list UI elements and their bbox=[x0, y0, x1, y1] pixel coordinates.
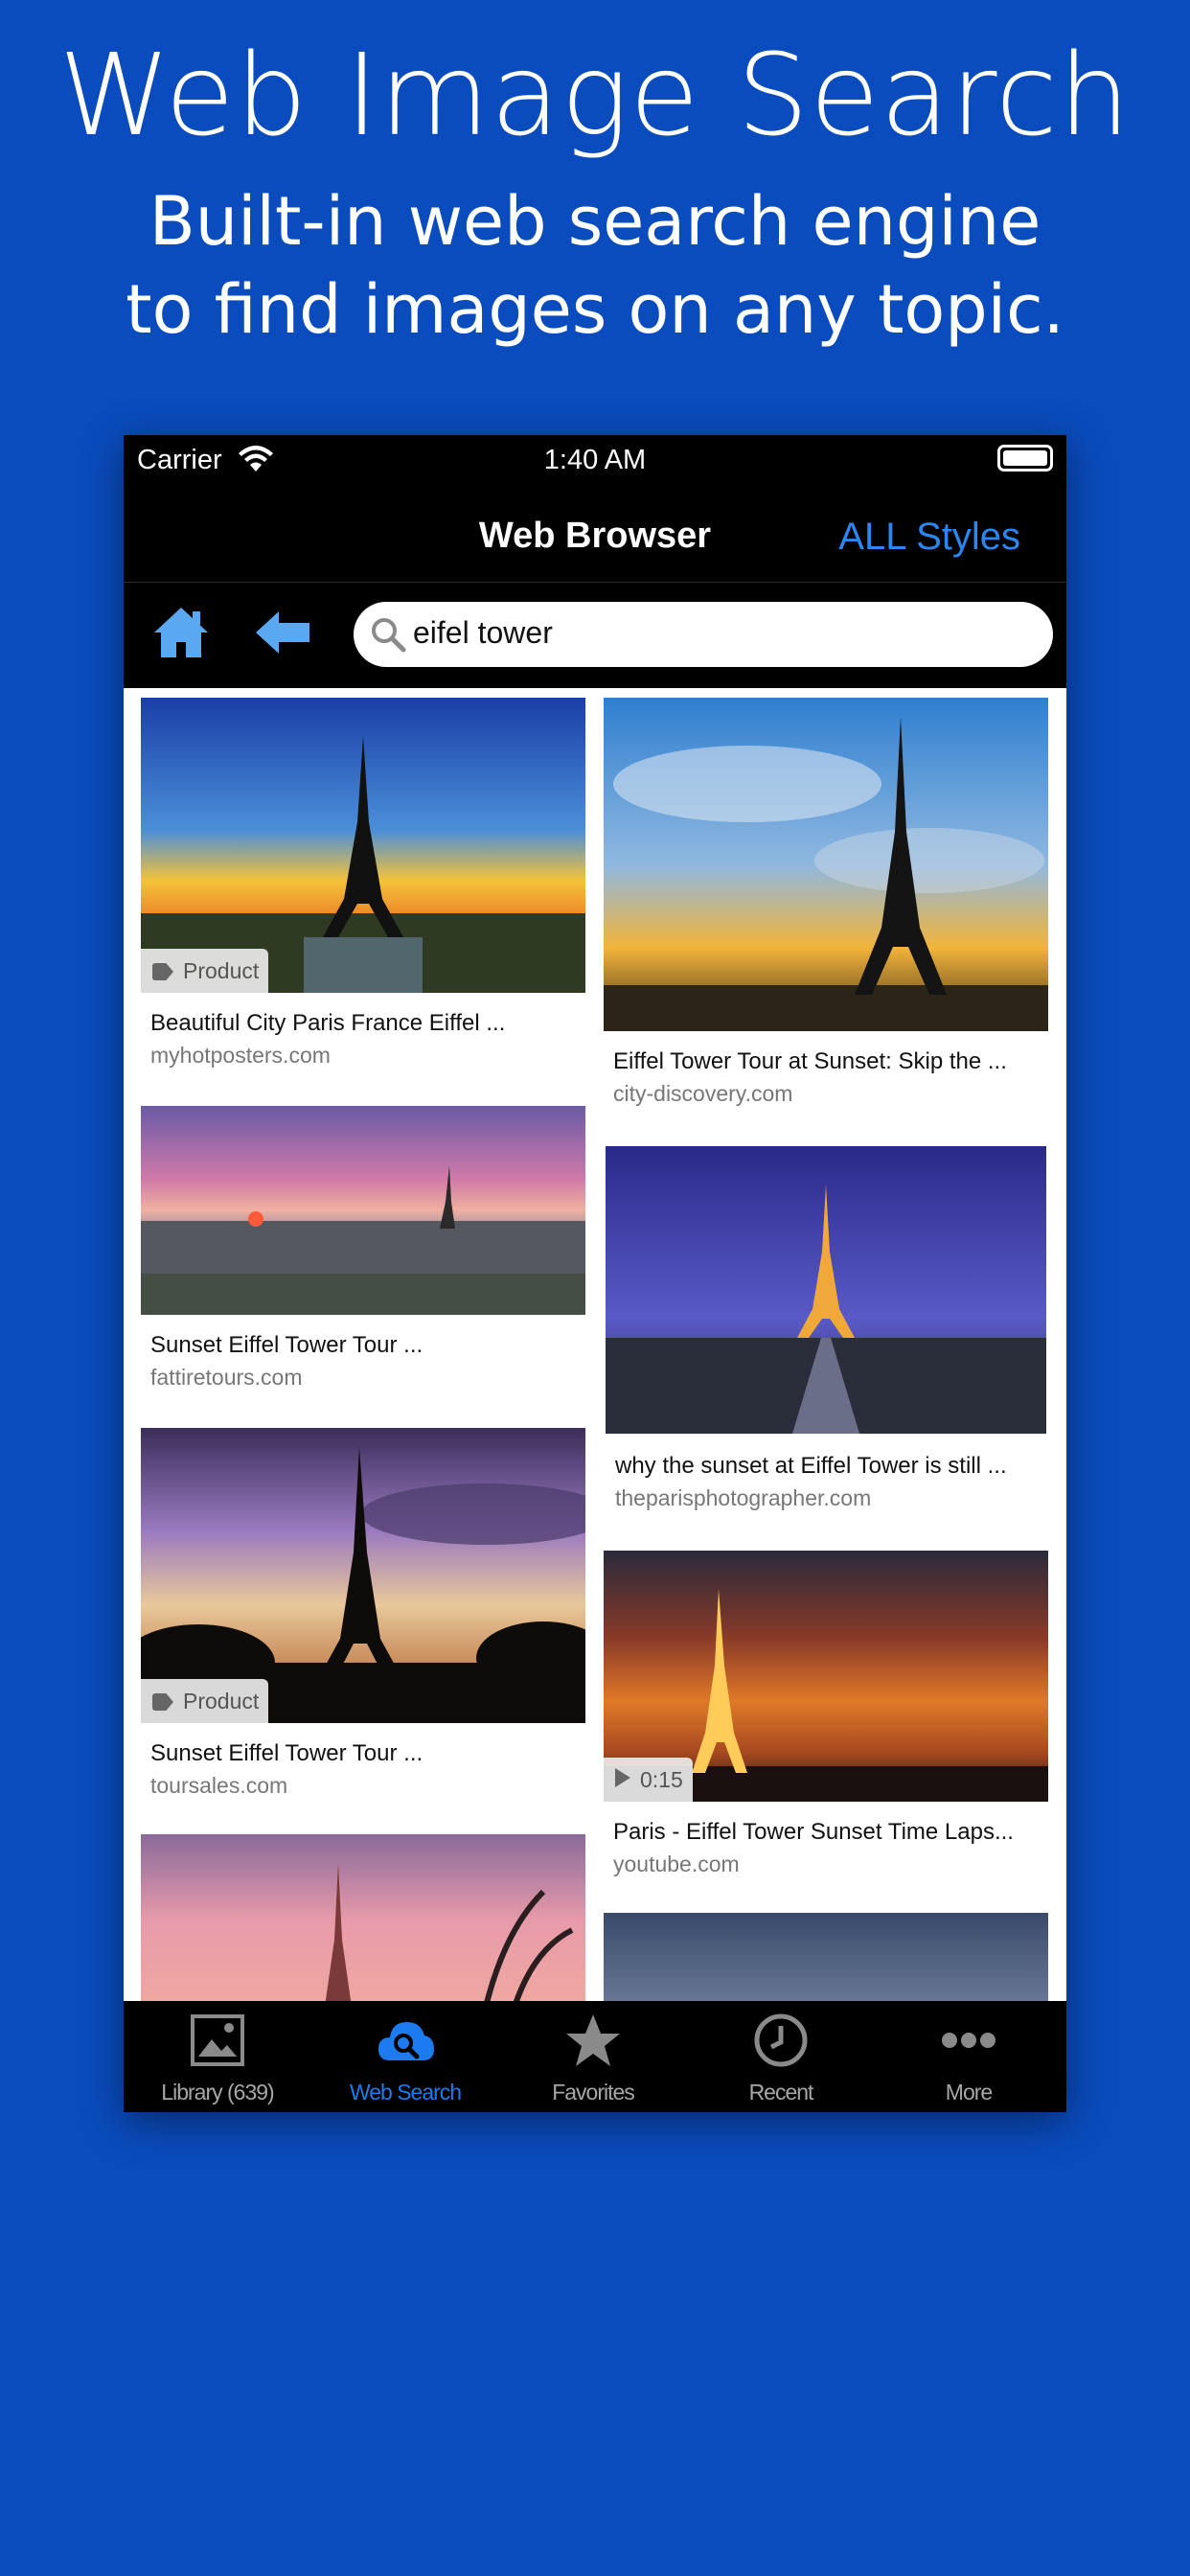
result-image[interactable] bbox=[141, 1106, 585, 1315]
result-title: Sunset Eiffel Tower Tour ... bbox=[150, 1740, 423, 1766]
result-card[interactable]: Sunset Eiffel Tower Tour ... fattiretour… bbox=[141, 1106, 585, 1413]
result-card[interactable]: 0:15 Paris - Eiffel Tower Sunset Time La… bbox=[604, 1551, 1048, 1886]
status-bar: Carrier 1:40 AM bbox=[124, 435, 1066, 487]
tag-icon bbox=[152, 963, 173, 980]
home-icon[interactable] bbox=[150, 602, 212, 663]
result-domain: youtube.com bbox=[613, 1852, 740, 1876]
cloud-search-icon bbox=[378, 2022, 434, 2060]
all-styles-button[interactable]: ALL Styles bbox=[838, 516, 1020, 559]
result-card[interactable] bbox=[141, 1834, 585, 2007]
result-image[interactable] bbox=[604, 698, 1048, 1031]
tab-label: More bbox=[945, 2080, 993, 2104]
promo-headline: Web Image Search bbox=[58, 29, 1132, 161]
tab-more[interactable]: More bbox=[875, 2001, 1063, 2112]
star-icon bbox=[566, 2014, 620, 2066]
tab-recent[interactable]: Recent bbox=[687, 2001, 875, 2112]
result-image[interactable] bbox=[141, 1834, 585, 2007]
search-query: eifel tower bbox=[413, 615, 553, 650]
search-input[interactable]: eifel tower bbox=[354, 602, 1053, 667]
result-title: Beautiful City Paris France Eiffel ... bbox=[150, 1010, 506, 1036]
result-domain: fattiretours.com bbox=[150, 1365, 303, 1390]
result-card[interactable]: why the sunset at Eiffel Tower is still … bbox=[606, 1146, 1046, 1520]
tab-bar: Library (639) Web Search Favorites Recen… bbox=[124, 2001, 1066, 2112]
promo-subline: to find images on any topic. bbox=[126, 270, 1064, 349]
browser-toolbar: eifel tower bbox=[124, 583, 1066, 688]
search-icon bbox=[372, 618, 406, 653]
product-badge: Product bbox=[141, 949, 269, 993]
result-title: Paris - Eiffel Tower Sunset Time Laps... bbox=[613, 1819, 1014, 1845]
result-domain: city-discovery.com bbox=[613, 1081, 793, 1106]
tab-label: Web Search bbox=[349, 2080, 462, 2104]
tag-icon bbox=[152, 1693, 173, 1711]
result-card[interactable]: Product Sunset Eiffel Tower Tour ... tou… bbox=[141, 1428, 585, 1821]
result-domain: theparisphotographer.com bbox=[615, 1485, 872, 1510]
play-icon bbox=[615, 1768, 630, 1787]
result-title: Sunset Eiffel Tower Tour ... bbox=[150, 1332, 423, 1358]
status-time: 1:40 AM bbox=[543, 445, 647, 475]
tab-label: Favorites bbox=[552, 2080, 635, 2104]
result-image[interactable] bbox=[606, 1146, 1046, 1434]
battery-icon bbox=[997, 445, 1053, 472]
phone-screen: Carrier 1:40 AM Web Browser ALL Styles e… bbox=[124, 435, 1066, 2112]
back-arrow-icon[interactable] bbox=[252, 608, 313, 657]
result-domain: myhotposters.com bbox=[150, 1043, 331, 1068]
product-badge: Product bbox=[141, 1679, 269, 1723]
result-title: Eiffel Tower Tour at Sunset: Skip the ..… bbox=[613, 1048, 1007, 1074]
result-domain: toursales.com bbox=[150, 1773, 288, 1798]
result-title: why the sunset at Eiffel Tower is still … bbox=[615, 1453, 1007, 1479]
more-dots-icon bbox=[942, 2033, 995, 2048]
result-image[interactable] bbox=[604, 1913, 1048, 2009]
result-card[interactable] bbox=[604, 1913, 1048, 2009]
tab-web-search[interactable]: Web Search bbox=[311, 2001, 499, 2112]
photo-icon bbox=[191, 2014, 244, 2066]
navigation-bar: Web Browser ALL Styles bbox=[124, 487, 1066, 583]
clock-icon bbox=[754, 2013, 808, 2067]
promo-subline: Built-in web search engine bbox=[149, 182, 1041, 261]
tab-favorites[interactable]: Favorites bbox=[499, 2001, 687, 2112]
tab-label: Library (639) bbox=[161, 2080, 274, 2104]
result-card[interactable]: Eiffel Tower Tour at Sunset: Skip the ..… bbox=[604, 698, 1048, 1119]
video-duration-badge: 0:15 bbox=[604, 1758, 693, 1802]
tab-library[interactable]: Library (639) bbox=[124, 2001, 311, 2112]
result-card[interactable]: Product Beautiful City Paris France Eiff… bbox=[141, 698, 585, 1091]
tab-label: Recent bbox=[748, 2080, 814, 2104]
